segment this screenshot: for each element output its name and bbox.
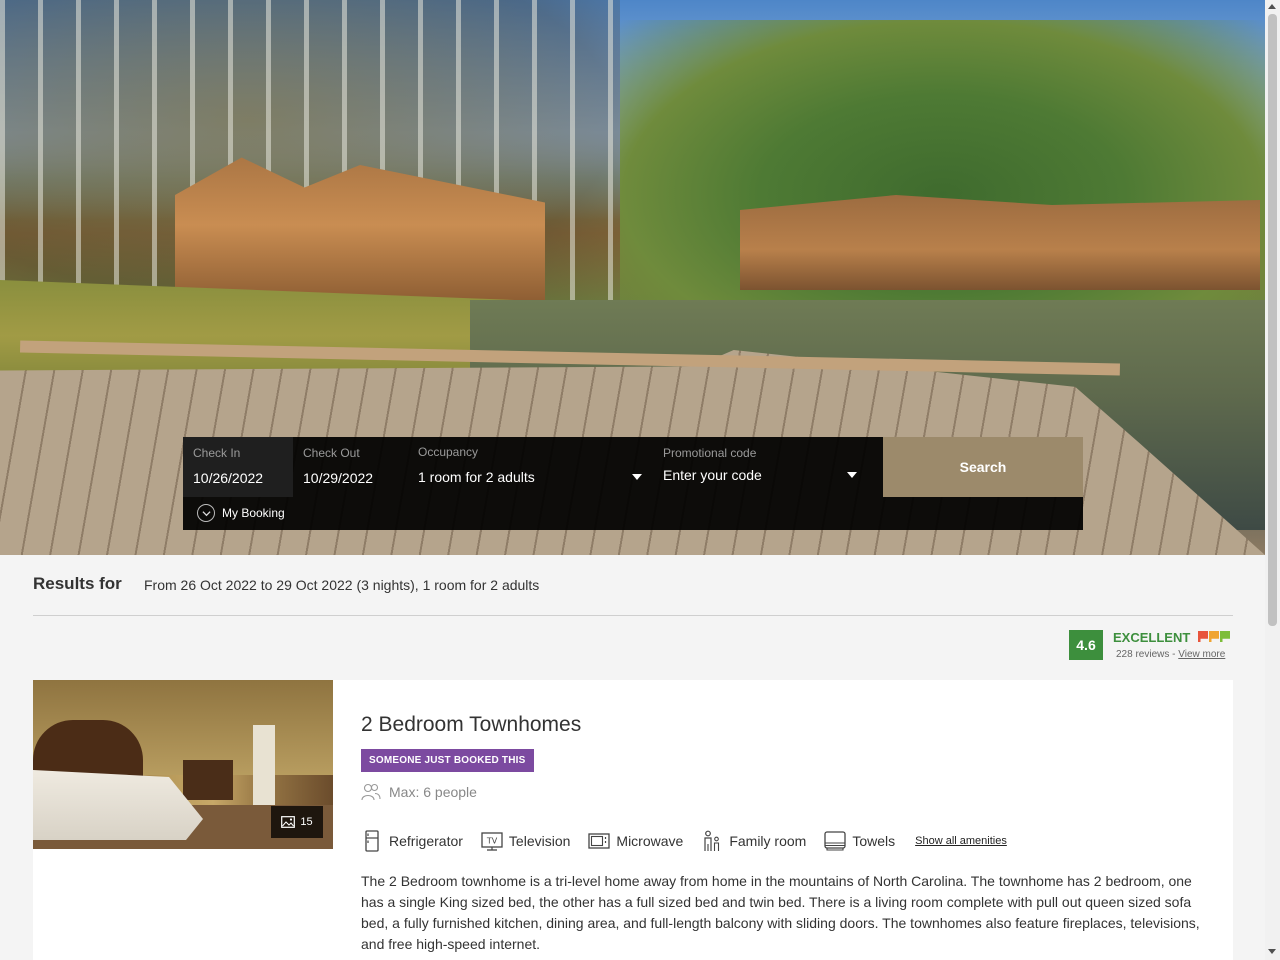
family-room-icon bbox=[704, 830, 720, 851]
check-out-field[interactable]: Check Out 10/29/2022 bbox=[293, 437, 408, 497]
amenity-family-room: Family room bbox=[701, 830, 806, 852]
review-count: 228 reviews bbox=[1116, 649, 1170, 660]
check-in-value[interactable]: 10/26/2022 bbox=[193, 470, 263, 486]
view-more-link[interactable]: View more bbox=[1178, 649, 1225, 660]
flag-icon bbox=[1198, 631, 1208, 642]
microwave-icon bbox=[588, 833, 611, 849]
results-title: Results for bbox=[33, 574, 122, 593]
occupancy-dropdown[interactable]: Occupancy 1 room for 2 adults bbox=[408, 437, 648, 497]
room-card: 15 2 Bedroom Townhomes Someone just book… bbox=[33, 680, 1233, 960]
booking-search-bar: Check In 10/26/2022 Check Out 10/29/2022… bbox=[183, 437, 1083, 530]
room-title: 2 Bedroom Townhomes bbox=[361, 713, 582, 736]
photo-count: 15 bbox=[300, 816, 313, 828]
rating-word: EXCELLENT bbox=[1113, 630, 1191, 645]
room-photo[interactable]: 15 bbox=[33, 680, 333, 849]
amenity-towels: Towels bbox=[824, 830, 895, 852]
scroll-down-icon[interactable] bbox=[1268, 949, 1276, 954]
promo-code-field[interactable]: Promotional code Enter your code bbox=[653, 437, 873, 497]
page-scrollbar[interactable] bbox=[1265, 0, 1280, 960]
caret-down-icon[interactable] bbox=[632, 474, 642, 480]
television-icon: TV bbox=[481, 832, 503, 851]
check-out-label: Check Out bbox=[303, 446, 360, 460]
search-button[interactable]: Search bbox=[883, 437, 1083, 497]
check-out-value[interactable]: 10/29/2022 bbox=[303, 470, 373, 486]
promo-code-input[interactable]: Enter your code bbox=[663, 467, 762, 483]
occupancy-value[interactable]: 1 room for 2 adults bbox=[418, 469, 535, 485]
amenity-label: Television bbox=[508, 833, 571, 849]
rating-flags-icon bbox=[1198, 631, 1230, 642]
rating-reviews: 228 reviews - View more bbox=[1116, 649, 1225, 660]
amenity-label: Family room bbox=[729, 833, 807, 849]
svg-text:TV: TV bbox=[486, 837, 498, 846]
amenities-list: Refrigerator TV Television Microwave Fam… bbox=[361, 830, 1007, 852]
my-booking-link[interactable]: My Booking bbox=[197, 504, 285, 522]
amenity-television: TV Television bbox=[481, 830, 570, 852]
occupancy-label: Occupancy bbox=[418, 445, 479, 459]
hero-image: Check In 10/26/2022 Check Out 10/29/2022… bbox=[0, 0, 1265, 555]
promo-code-label: Promotional code bbox=[663, 446, 757, 460]
amenity-refrigerator: Refrigerator bbox=[361, 830, 463, 852]
towels-icon bbox=[824, 831, 846, 851]
scrollbar-thumb[interactable] bbox=[1268, 14, 1277, 626]
results-summary: From 26 Oct 2022 to 29 Oct 2022 (3 night… bbox=[144, 577, 540, 593]
amenity-label: Towels bbox=[852, 833, 896, 849]
check-in-field[interactable]: Check In 10/26/2022 bbox=[183, 437, 293, 497]
amenity-microwave: Microwave bbox=[588, 830, 683, 852]
my-booking-label[interactable]: My Booking bbox=[222, 506, 285, 520]
room-description: The 2 Bedroom townhome is a tri-level ho… bbox=[361, 873, 1200, 952]
review-separator: - bbox=[1169, 649, 1179, 660]
scroll-up-icon[interactable] bbox=[1268, 4, 1276, 9]
photo-gallery-button[interactable]: 15 bbox=[271, 806, 323, 838]
refrigerator-icon bbox=[365, 830, 379, 852]
results-header: Results for From 26 Oct 2022 to 29 Oct 2… bbox=[33, 572, 1233, 616]
show-all-amenities-link[interactable]: Show all amenities bbox=[915, 835, 1007, 847]
max-people-label: Max: 6 people bbox=[389, 784, 477, 800]
chevron-down-icon[interactable] bbox=[197, 504, 215, 522]
max-occupancy: Max: 6 people bbox=[361, 783, 477, 801]
caret-down-icon[interactable] bbox=[847, 472, 857, 478]
amenity-label: Microwave bbox=[616, 833, 684, 849]
flag-icon bbox=[1209, 631, 1219, 642]
people-icon bbox=[361, 783, 381, 801]
booked-badge: Someone just booked this bbox=[361, 749, 534, 772]
check-in-label: Check In bbox=[193, 446, 241, 460]
amenity-label: Refrigerator bbox=[389, 833, 463, 849]
flag-icon bbox=[1220, 631, 1230, 642]
rating-score-badge: 4.6 bbox=[1069, 630, 1103, 660]
image-icon bbox=[281, 816, 296, 828]
